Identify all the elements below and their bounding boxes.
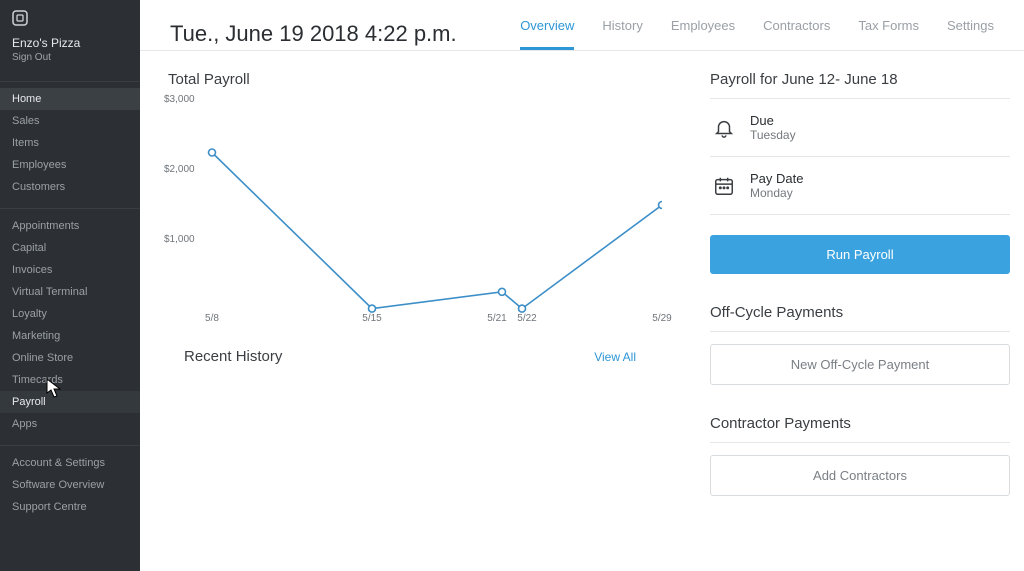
tab-settings[interactable]: Settings <box>947 18 994 50</box>
paydate-label: Pay Date <box>750 171 803 186</box>
view-all-link[interactable]: View All <box>594 350 636 364</box>
offcycle-title: Off-Cycle Payments <box>710 304 1010 332</box>
xtick: 5/8 <box>205 313 219 324</box>
sidebar-item-loyalty[interactable]: Loyalty <box>0 303 140 325</box>
paydate-row: Pay Date Monday <box>710 157 1010 215</box>
calendar-icon <box>712 174 736 198</box>
due-row: Due Tuesday <box>710 99 1010 157</box>
main-area: Tue., June 19 2018 4:22 p.m. Overview Hi… <box>140 0 1024 571</box>
square-logo-icon <box>12 10 28 26</box>
sidebar-item-account-settings[interactable]: Account & Settings <box>0 452 140 474</box>
business-name: Enzo's Pizza <box>12 36 128 50</box>
sidebar-item-software-overview[interactable]: Software Overview <box>0 474 140 496</box>
left-column: Total Payroll $3,000 $2,000 $1,000 5/8 5… <box>162 71 690 496</box>
sidebar-item-timecards[interactable]: Timecards <box>0 369 140 391</box>
tab-history[interactable]: History <box>602 18 642 50</box>
sidebar-item-support-centre[interactable]: Support Centre <box>0 496 140 518</box>
xtick: 5/21 <box>487 313 506 324</box>
paydate-value: Monday <box>750 186 803 200</box>
sidebar-item-virtual-terminal[interactable]: Virtual Terminal <box>0 281 140 303</box>
run-payroll-button[interactable]: Run Payroll <box>710 235 1010 274</box>
payroll-period-title: Payroll for June 12- June 18 <box>710 71 1010 99</box>
tab-contractors[interactable]: Contractors <box>763 18 830 50</box>
nav-group-secondary: Appointments Capital Invoices Virtual Te… <box>0 208 140 435</box>
sidebar-item-apps[interactable]: Apps <box>0 413 140 435</box>
chart-title: Total Payroll <box>168 71 690 88</box>
contractor-title: Contractor Payments <box>710 415 1010 443</box>
nav-group-tertiary: Account & Settings Software Overview Sup… <box>0 445 140 518</box>
sidebar-item-sales[interactable]: Sales <box>0 110 140 132</box>
xtick: 5/22 <box>517 313 536 324</box>
right-column: Payroll for June 12- June 18 Due Tuesday… <box>710 71 1010 496</box>
sidebar-item-invoices[interactable]: Invoices <box>0 259 140 281</box>
ytick: $3,000 <box>164 94 195 105</box>
tabs: Overview History Employees Contractors T… <box>520 18 994 50</box>
nav-group-primary: Home Sales Items Employees Customers <box>0 81 140 198</box>
sidebar-item-customers[interactable]: Customers <box>0 176 140 198</box>
payroll-chart: $3,000 $2,000 $1,000 5/8 5/15 5/21 5/22 … <box>162 94 667 324</box>
topbar: Tue., June 19 2018 4:22 p.m. Overview Hi… <box>140 0 1024 51</box>
sidebar-item-employees[interactable]: Employees <box>0 154 140 176</box>
sidebar-item-payroll[interactable]: Payroll <box>0 391 140 413</box>
new-offcycle-button[interactable]: New Off-Cycle Payment <box>710 344 1010 385</box>
bell-icon <box>712 116 736 140</box>
sign-out-link[interactable]: Sign Out <box>12 52 128 63</box>
sidebar-item-online-store[interactable]: Online Store <box>0 347 140 369</box>
ytick: $2,000 <box>164 164 195 175</box>
sidebar-item-items[interactable]: Items <box>0 132 140 154</box>
add-contractors-button[interactable]: Add Contractors <box>710 455 1010 496</box>
sidebar-item-capital[interactable]: Capital <box>0 237 140 259</box>
tab-tax-forms[interactable]: Tax Forms <box>858 18 919 50</box>
xtick: 5/15 <box>362 313 381 324</box>
recent-history-title: Recent History <box>184 348 282 365</box>
due-value: Tuesday <box>750 128 796 142</box>
ytick: $1,000 <box>164 234 195 245</box>
sidebar-item-marketing[interactable]: Marketing <box>0 325 140 347</box>
sidebar-item-appointments[interactable]: Appointments <box>0 215 140 237</box>
tab-employees[interactable]: Employees <box>671 18 735 50</box>
due-label: Due <box>750 113 796 128</box>
sidebar: Enzo's Pizza Sign Out Home Sales Items E… <box>0 0 140 571</box>
page-title: Tue., June 19 2018 4:22 p.m. <box>170 21 457 47</box>
sidebar-item-home[interactable]: Home <box>0 88 140 110</box>
xtick: 5/29 <box>652 313 671 324</box>
tab-overview[interactable]: Overview <box>520 18 574 50</box>
